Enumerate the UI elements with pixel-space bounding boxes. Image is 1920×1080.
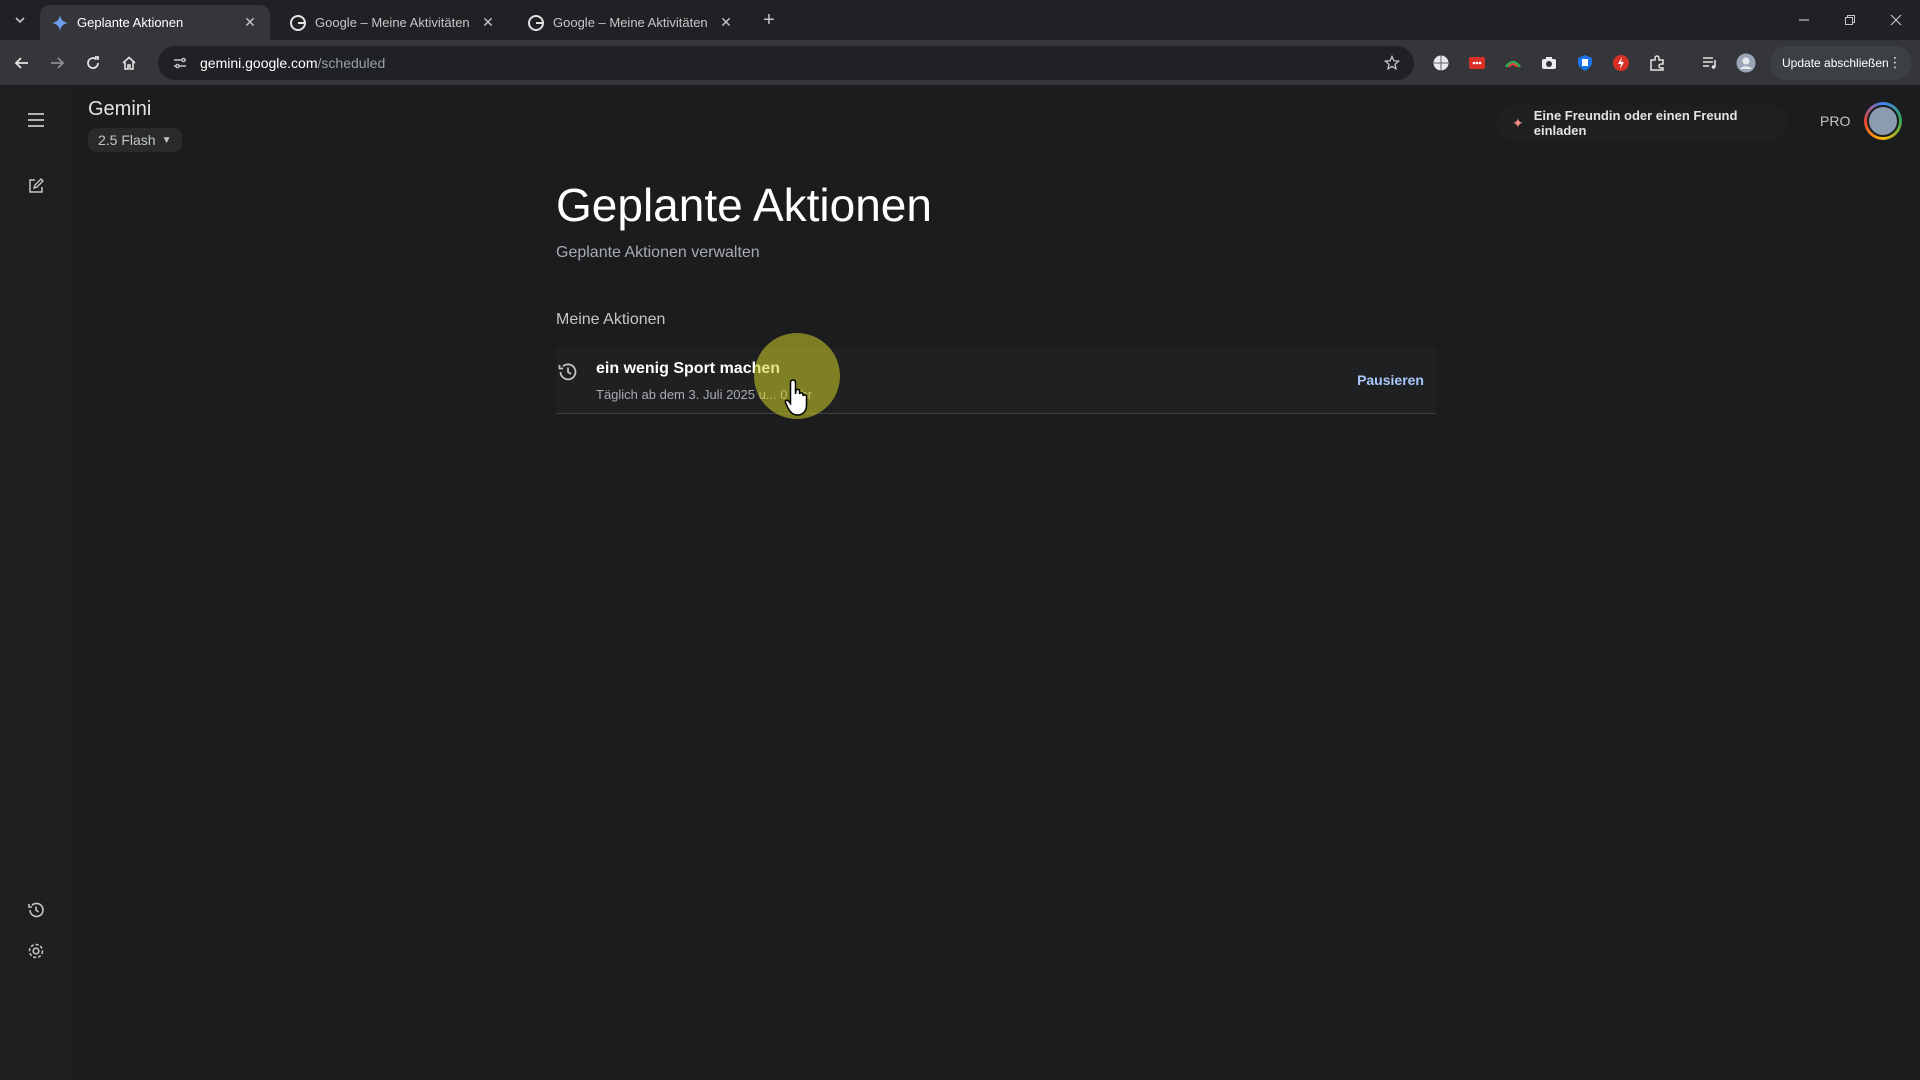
extension-red-icon[interactable] (1467, 53, 1487, 73)
model-label: 2.5 Flash (98, 132, 156, 148)
google-g-icon (290, 14, 306, 31)
google-g-icon (528, 14, 544, 31)
invite-friend-button[interactable]: ✦ Eine Freundin oder einen Freund einlad… (1496, 105, 1788, 141)
pro-badge: PRO (1820, 113, 1851, 129)
avatar[interactable] (1864, 102, 1902, 140)
arrow-right-icon (51, 57, 65, 69)
url-host: gemini.google.com (200, 55, 318, 71)
more-vert-icon[interactable]: ⋮ (1888, 54, 1902, 71)
home-button[interactable] (117, 51, 141, 75)
new-chat-button[interactable] (24, 174, 48, 198)
history-icon (28, 902, 44, 918)
site-info-icon[interactable] (170, 53, 190, 73)
extension-rainbow-icon[interactable] (1503, 53, 1523, 73)
app-title: Gemini (88, 98, 152, 120)
tab-strip: Geplante Aktionen ✕ Google – Meine Aktiv… (0, 0, 1920, 40)
url-path: /scheduled (317, 55, 386, 71)
extension-shield-icon[interactable] (1575, 53, 1595, 73)
gemini-sparkle-icon (52, 14, 68, 31)
chevron-down-icon (15, 17, 25, 24)
browser-toolbar: gemini.google.com/scheduled Update absch… (0, 40, 1920, 86)
model-selector[interactable]: 2.5 Flash ▼ (88, 128, 182, 152)
update-button[interactable]: Update abschließen ⋮ (1770, 46, 1912, 80)
hamburger-menu-icon (28, 113, 44, 127)
pause-button[interactable]: Pausieren (1357, 372, 1424, 388)
settings-button[interactable] (24, 939, 48, 963)
back-button[interactable] (10, 51, 34, 75)
page-subtitle: Geplante Aktionen verwalten (556, 244, 760, 261)
schedule-history-icon (556, 360, 580, 384)
close-window-button[interactable] (1874, 6, 1918, 34)
tab-geplante-aktionen[interactable]: Geplante Aktionen ✕ (40, 5, 270, 40)
media-controls-icon[interactable] (1700, 53, 1720, 73)
hand-pointer-icon (784, 379, 808, 416)
close-icon[interactable]: ✕ (242, 14, 258, 31)
tab-title: Google – Meine Aktivitäten (553, 15, 708, 30)
gemini-main: Gemini 2.5 Flash ▼ ✦ Eine Freundin oder … (72, 86, 1920, 1080)
section-heading: Meine Aktionen (556, 311, 666, 328)
home-icon (122, 56, 136, 70)
new-tab-button[interactable]: + (758, 9, 780, 31)
extension-globe-icon[interactable] (1431, 53, 1451, 73)
bookmark-star-icon[interactable] (1382, 53, 1402, 73)
invite-label: Eine Freundin oder einen Freund einladen (1533, 108, 1738, 138)
scheduled-action-item[interactable]: ein wenig Sport machen Täglich ab dem 3.… (556, 348, 1436, 414)
edit-icon (29, 178, 44, 193)
caret-down-icon: ▼ (161, 134, 172, 146)
minimize-icon (1799, 19, 1809, 21)
minimize-button[interactable] (1782, 6, 1826, 34)
url-text: gemini.google.com/scheduled (200, 55, 385, 71)
tab-search-button[interactable] (8, 8, 32, 32)
tab-meine-aktivitaeten-1[interactable]: Google – Meine Aktivitäten ✕ (278, 5, 508, 40)
close-icon (1890, 14, 1902, 26)
restore-icon (1845, 15, 1855, 25)
avatar-image (1867, 105, 1899, 137)
page-title: Geplante Aktionen (556, 179, 932, 231)
restore-button[interactable] (1828, 6, 1872, 34)
activity-button[interactable] (24, 898, 48, 922)
tab-meine-aktivitaeten-2[interactable]: Google – Meine Aktivitäten ✕ (516, 5, 746, 40)
update-button-label: Update abschließen (1782, 56, 1889, 70)
profile-avatar-icon[interactable] (1736, 53, 1756, 73)
close-icon[interactable]: ✕ (480, 14, 496, 31)
gemini-sidebar (0, 86, 72, 1080)
extension-camera-icon[interactable] (1539, 53, 1559, 73)
address-bar[interactable]: gemini.google.com/scheduled (158, 46, 1414, 80)
forward-button[interactable] (45, 51, 69, 75)
extension-bolt-icon[interactable] (1611, 53, 1631, 73)
menu-button[interactable] (24, 108, 48, 132)
close-icon[interactable]: ✕ (718, 14, 734, 31)
extensions-puzzle-icon[interactable] (1647, 53, 1667, 73)
sparkle-icon: ✦ (1512, 114, 1524, 131)
arrow-left-icon (14, 57, 28, 69)
reload-icon (87, 56, 99, 69)
gear-icon (28, 943, 44, 959)
tab-title: Google – Meine Aktivitäten (315, 15, 470, 30)
tab-title: Geplante Aktionen (77, 15, 184, 30)
reload-button[interactable] (81, 51, 105, 75)
action-title: ein wenig Sport machen (596, 360, 781, 377)
